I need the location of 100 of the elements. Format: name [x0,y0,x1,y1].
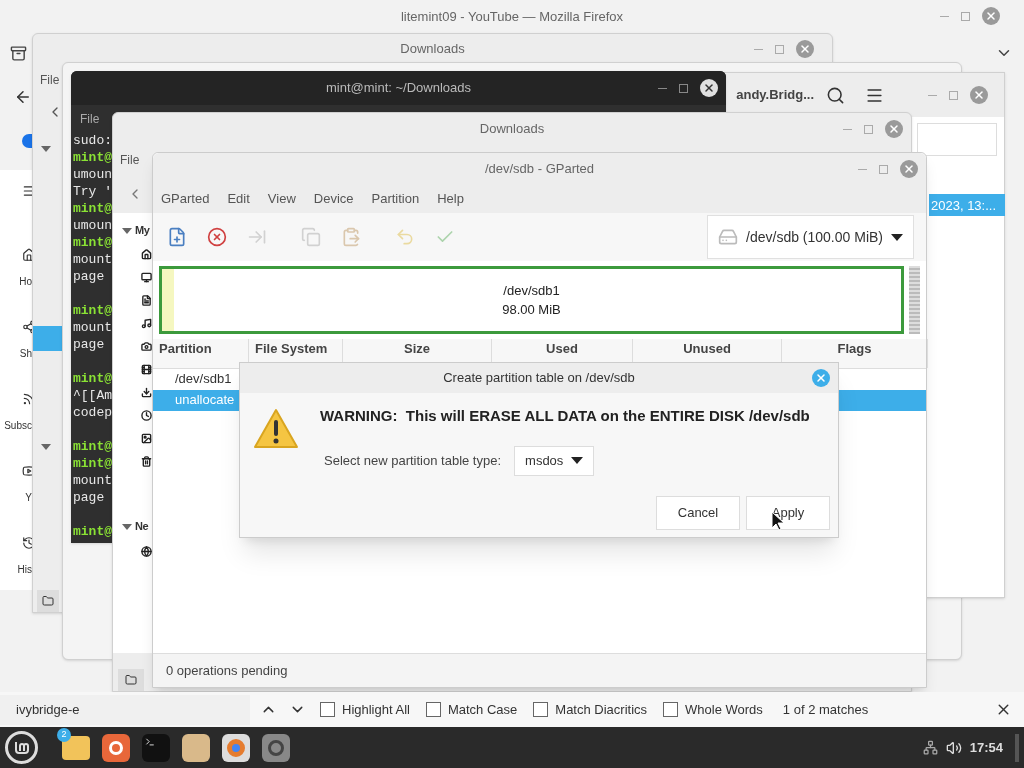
warning-icon [252,407,300,451]
expander-icon[interactable] [122,524,132,530]
terminal-line: mint@ [73,302,112,319]
expander-icon[interactable] [41,444,51,450]
terminal-line: Try ' [73,183,112,200]
window-title: litemint09 - YouTube — Mozilla Firefox [400,7,624,26]
back-icon[interactable] [14,88,32,106]
tabs-icon[interactable] [10,45,27,62]
dialog-button[interactable]: Apply [746,495,830,530]
dialog-title: Create partition table on /dev/sdb [443,369,635,388]
terminal-line: mount [73,319,112,336]
text-field[interactable] [917,123,997,156]
package-icon[interactable] [182,733,210,762]
menu-item[interactable]: GParted [161,189,210,209]
delete-button[interactable] [205,225,229,249]
network-icon[interactable] [141,546,152,557]
place-icon[interactable] [141,387,152,398]
browser-icon[interactable] [102,733,130,762]
terminal-line: mint@ [73,370,112,387]
table-cell: /dev/sdb1 [175,371,232,386]
partition-name: /dev/sdb1 [503,281,560,300]
terminal-line: mint@ [73,438,112,455]
find-field[interactable]: ivybridge-e [0,694,250,725]
folder-icon [125,674,137,686]
terminal-line: umoun [73,166,112,183]
clock[interactable]: 17:54 [969,737,1003,758]
menu-item[interactable]: File [40,71,60,89]
table-type-dropdown[interactable]: msdos [514,445,595,476]
checkbox[interactable] [425,702,441,717]
dialog-button[interactable]: Cancel [656,495,740,530]
place-icon[interactable] [141,433,152,444]
delete-icon [207,227,227,247]
menu-item[interactable]: Partition [371,189,420,209]
menu-item[interactable]: View [267,189,296,209]
menu-logo-icon[interactable] [5,731,38,764]
folder-button[interactable] [118,669,144,691]
volume-icon[interactable] [945,739,962,756]
place-icon[interactable] [141,318,152,329]
place-icon[interactable] [141,341,152,352]
place-icon[interactable] [141,456,152,467]
terminal-line: mint@ [73,234,112,251]
sidebar-label[interactable]: Y [25,490,32,505]
partition-block[interactable]: /dev/sdb1 98.00 MiB [159,266,904,334]
minimize-icon[interactable] [658,87,667,89]
notification-badge: 2 [57,727,71,742]
window-title: /dev/sdb - GParted [484,160,595,179]
place-icon[interactable] [141,364,152,375]
resize-icon [247,227,267,247]
menu-item[interactable]: Edit [227,189,250,209]
menu-item[interactable]: Device [313,189,354,209]
copy-icon [301,227,321,247]
paste-icon [341,227,361,247]
terminal-line: mint@ [73,523,112,540]
place-icon[interactable] [141,295,152,306]
expander-icon[interactable] [41,146,51,152]
terminal-line: mount [73,251,112,268]
find-option[interactable]: Match Diacritics [533,699,648,720]
sidebar-label[interactable]: His [17,562,32,577]
match-count: 1 of 2 matches [782,700,869,719]
caret-icon [571,457,584,464]
terminal-line: ^[[Am [73,387,112,404]
device-dropdown[interactable]: /dev/sdb (100.00 MiB) [707,215,914,259]
place-icon[interactable] [141,249,152,260]
terminal-line: mint@ [73,455,112,472]
sidebar-label[interactable]: Sh [19,346,32,361]
network-icon[interactable] [922,740,938,755]
section-label: My [135,223,150,238]
folder-icon [42,595,54,607]
checkbox[interactable] [320,702,335,717]
partition-size: 98.00 MiB [502,301,561,319]
status-text: 0 operations pending [166,661,288,680]
find-option[interactable]: Whole Words [663,699,763,720]
find-option[interactable]: Highlight All [320,699,410,720]
sidebar-label[interactable]: Subsc [4,418,32,433]
find-option[interactable]: Match Case [425,699,518,720]
close-icon[interactable] [700,79,718,97]
new-icon [167,227,187,247]
terminal-line: umoun [73,217,112,234]
terminal-line: mount [73,472,112,489]
menu-item[interactable]: File [120,151,140,169]
window-title: mint@mint: ~/Downloads [325,79,472,98]
menu-item[interactable]: File [80,110,100,128]
window-title: Downloads [400,40,465,59]
field-label: Select new partition table type: [324,451,502,470]
checkbox[interactable] [663,702,679,717]
folder-button[interactable] [37,590,59,612]
path-label[interactable]: andy.Bridg... [736,85,814,105]
sidebar-label[interactable]: Ho [19,274,32,289]
folder-icon[interactable] [62,735,90,760]
menu-item[interactable]: Help [437,189,464,209]
terminal-line: codep [73,404,112,421]
window-title: Downloads [479,120,545,139]
place-icon[interactable] [141,272,152,283]
expander-icon[interactable] [122,228,132,234]
checkbox[interactable] [533,702,549,717]
terminal-line: page [73,489,106,506]
maximize-icon[interactable] [679,83,688,93]
place-icon[interactable] [141,410,152,421]
search-icon[interactable] [826,85,845,105]
caret-icon [891,233,903,241]
